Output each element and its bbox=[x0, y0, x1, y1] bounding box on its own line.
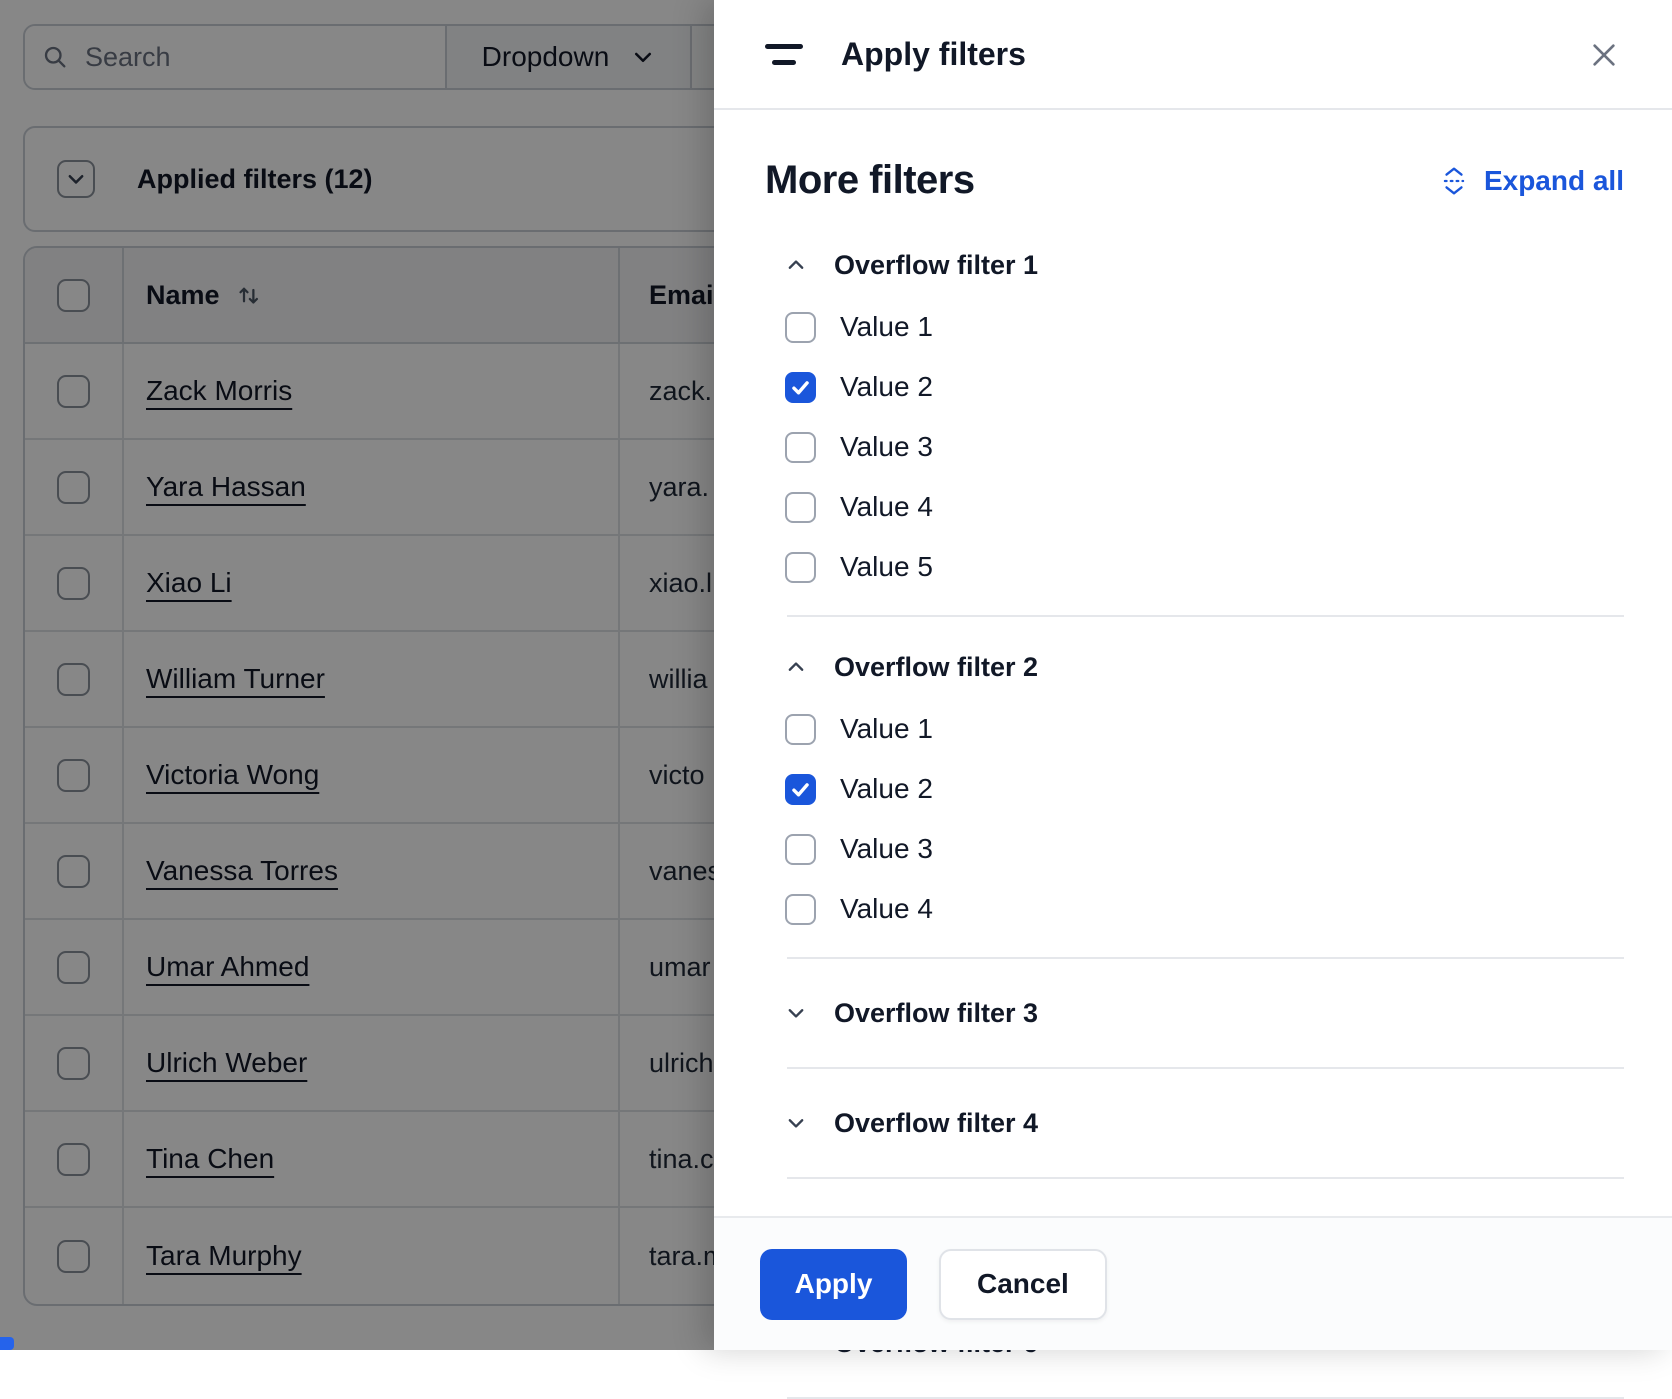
expand-all-icon bbox=[1440, 165, 1468, 197]
filter-option[interactable]: Value 4 bbox=[765, 879, 1624, 939]
apply-button[interactable]: Apply bbox=[760, 1249, 907, 1320]
checkbox-unchecked-icon[interactable] bbox=[785, 552, 816, 583]
more-filters-heading: More filters bbox=[765, 158, 975, 203]
expand-all-link[interactable]: Expand all bbox=[1440, 165, 1624, 197]
filter-section-toggle-2[interactable]: Overflow filter 2 bbox=[765, 635, 1038, 699]
filter-section-label: Overflow filter 3 bbox=[834, 998, 1038, 1029]
filter-section-toggle-4[interactable]: Overflow filter 4 bbox=[765, 1087, 1038, 1159]
filter-section-toggle-1[interactable]: Overflow filter 1 bbox=[765, 233, 1038, 297]
chevron-up-icon bbox=[785, 656, 807, 678]
filter-icon bbox=[765, 44, 803, 65]
drawer-title: Apply filters bbox=[841, 36, 1026, 73]
filter-section-label: Overflow filter 2 bbox=[834, 652, 1038, 683]
filter-option-label: Value 2 bbox=[840, 371, 933, 403]
filter-option-label: Value 4 bbox=[840, 491, 933, 523]
filter-option-label: Value 1 bbox=[840, 311, 933, 343]
drawer-header: Apply filters bbox=[714, 0, 1672, 110]
section-divider bbox=[787, 957, 1624, 959]
section-divider bbox=[787, 1177, 1624, 1179]
filter-option[interactable]: Value 4 bbox=[765, 477, 1624, 537]
checkbox-unchecked-icon[interactable] bbox=[785, 834, 816, 865]
section-divider bbox=[787, 615, 1624, 617]
filter-option-label: Value 3 bbox=[840, 431, 933, 463]
filter-section-label: Overflow filter 1 bbox=[834, 250, 1038, 281]
chevron-down-icon bbox=[785, 1112, 807, 1134]
section-divider bbox=[787, 1067, 1624, 1069]
filter-option[interactable]: Value 5 bbox=[765, 537, 1624, 597]
drawer-footer: Apply Cancel bbox=[714, 1216, 1672, 1350]
checkbox-unchecked-icon[interactable] bbox=[785, 432, 816, 463]
filter-option-label: Value 5 bbox=[840, 551, 933, 583]
checkbox-unchecked-icon[interactable] bbox=[785, 492, 816, 523]
chevron-up-icon bbox=[785, 254, 807, 276]
filter-section-toggle-3[interactable]: Overflow filter 3 bbox=[765, 977, 1038, 1049]
cancel-button[interactable]: Cancel bbox=[939, 1249, 1107, 1320]
checkbox-checked-icon[interactable] bbox=[785, 372, 816, 403]
close-button[interactable] bbox=[1582, 33, 1626, 77]
filter-option-label: Value 3 bbox=[840, 833, 933, 865]
filter-option-label: Value 1 bbox=[840, 713, 933, 745]
bottom-left-accent bbox=[0, 1337, 14, 1350]
chevron-down-icon bbox=[785, 1002, 807, 1024]
close-icon bbox=[1588, 39, 1620, 71]
filter-option[interactable]: Value 1 bbox=[765, 297, 1624, 357]
filter-option-label: Value 4 bbox=[840, 893, 933, 925]
filter-option[interactable]: Value 1 bbox=[765, 699, 1624, 759]
expand-all-label: Expand all bbox=[1484, 165, 1624, 197]
checkbox-unchecked-icon[interactable] bbox=[785, 894, 816, 925]
checkbox-checked-icon[interactable] bbox=[785, 774, 816, 805]
filter-option[interactable]: Value 2 bbox=[765, 759, 1624, 819]
filter-option[interactable]: Value 3 bbox=[765, 417, 1624, 477]
checkbox-unchecked-icon[interactable] bbox=[785, 312, 816, 343]
filter-option[interactable]: Value 2 bbox=[765, 357, 1624, 417]
checkbox-unchecked-icon[interactable] bbox=[785, 714, 816, 745]
filter-section-label: Overflow filter 4 bbox=[834, 1108, 1038, 1139]
apply-filters-drawer: Apply filters More filters Expand all bbox=[714, 0, 1672, 1350]
filter-option[interactable]: Value 3 bbox=[765, 819, 1624, 879]
filter-option-label: Value 2 bbox=[840, 773, 933, 805]
drawer-body: More filters Expand all Overflow filter … bbox=[714, 110, 1672, 1399]
